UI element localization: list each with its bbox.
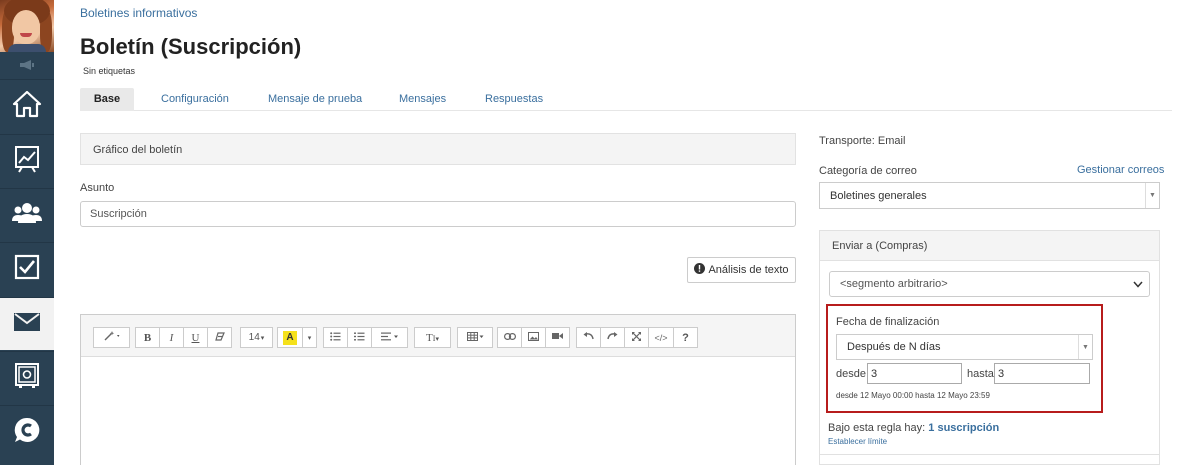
help-button[interactable]: ? <box>673 327 698 348</box>
safe-icon <box>14 362 40 395</box>
video-button[interactable] <box>545 327 570 348</box>
magic-wand-button[interactable] <box>93 327 130 348</box>
editor-toolbar: B I U 14 ▾ A ▾ TI▾ </> ? <box>81 315 795 357</box>
date-range-text: desde 12 Mayo 00:00 hasta 12 Mayo 23:59 <box>836 391 990 400</box>
highlight-color-dropdown[interactable]: ▾ <box>302 327 317 348</box>
breadcrumb[interactable]: Boletines informativos <box>80 6 197 20</box>
tab-mensaje-de-prueba[interactable]: Mensaje de prueba <box>268 88 362 111</box>
mail-category-select[interactable]: Boletines generales ▼ <box>819 182 1160 209</box>
to-days-input[interactable]: 3 <box>994 363 1090 384</box>
tab-base[interactable]: Base <box>80 88 134 111</box>
subscription-count-link[interactable]: 1 suscripción <box>928 422 999 434</box>
italic-button[interactable]: I <box>159 327 184 348</box>
from-label: desde <box>836 368 866 380</box>
chevron-down-icon <box>1133 279 1143 291</box>
set-limit-link[interactable]: Establecer límite <box>828 437 887 446</box>
newsletter-graphic-header[interactable]: Gráfico del boletín <box>80 133 796 165</box>
rule-label: Bajo esta regla hay: <box>828 422 926 434</box>
sidebar-item-tasks[interactable] <box>0 242 54 295</box>
magic-wand-icon <box>104 331 120 344</box>
to-label: hasta <box>967 368 994 380</box>
exclamation-circle-icon <box>694 263 706 277</box>
subject-value: Suscripción <box>90 208 147 220</box>
users-icon <box>12 201 42 230</box>
font-size-dropdown[interactable]: 14 ▾ <box>240 327 273 348</box>
font-size-value: 14 <box>248 332 260 343</box>
sidebar-item-reports[interactable] <box>0 134 54 187</box>
sidebar-item-chat[interactable] <box>0 405 54 458</box>
numbered-list-button[interactable] <box>347 327 372 348</box>
send-to-header[interactable]: Enviar a (Compras) <box>820 231 1159 261</box>
sidebar <box>0 0 54 465</box>
fullscreen-icon <box>632 331 641 344</box>
text-analysis-button[interactable]: Análisis de texto <box>687 257 796 283</box>
tab-respuestas[interactable]: Respuestas <box>485 88 543 111</box>
rule-text: Bajo esta regla hay: 1 suscripción <box>828 422 999 434</box>
home-icon <box>12 90 42 123</box>
video-icon <box>552 332 563 343</box>
end-date-select[interactable]: Después de N días ▼ <box>836 334 1093 360</box>
chat-icon <box>13 416 41 449</box>
text-analysis-label: Análisis de texto <box>708 264 789 276</box>
undo-icon <box>583 332 594 343</box>
tags-label[interactable]: Sin etiquetas <box>83 66 135 76</box>
code-icon: </> <box>654 332 668 343</box>
highlight-icon: A <box>283 330 297 345</box>
tab-configuracion[interactable]: Configuración <box>161 88 229 111</box>
bold-button[interactable]: B <box>135 327 160 348</box>
checkbox-icon <box>14 254 40 285</box>
end-date-value: Después de N días <box>847 341 941 353</box>
segment-select[interactable]: <segmento arbitrario> <box>829 271 1150 297</box>
divider <box>819 454 1160 455</box>
align-icon <box>380 332 399 344</box>
sidebar-item-contacts[interactable] <box>0 188 54 241</box>
bullet-list-button[interactable] <box>323 327 348 348</box>
link-icon <box>503 332 516 343</box>
text-style-dropdown[interactable]: TI▾ <box>414 327 451 348</box>
mail-icon <box>14 312 40 336</box>
megaphone-icon[interactable] <box>0 52 54 78</box>
redo-icon <box>607 332 618 343</box>
from-days-input[interactable]: 3 <box>867 363 962 384</box>
image-icon <box>528 331 539 344</box>
sidebar-item-home[interactable] <box>0 79 54 132</box>
subject-input[interactable]: Suscripción <box>80 201 796 227</box>
text-style-icon: TI▾ <box>426 331 439 344</box>
code-view-button[interactable]: </> <box>648 327 674 348</box>
chevron-down-icon: ▼ <box>1078 335 1092 359</box>
chevron-down-icon: ▼ <box>1145 183 1159 208</box>
segment-value: <segmento arbitrario> <box>840 278 948 290</box>
align-dropdown[interactable] <box>371 327 408 348</box>
undo-button[interactable] <box>576 327 601 348</box>
numbered-list-icon <box>354 332 365 344</box>
image-button[interactable] <box>521 327 546 348</box>
sidebar-item-safe[interactable] <box>0 351 54 404</box>
bullet-list-icon <box>330 331 341 344</box>
avatar[interactable] <box>0 0 54 52</box>
redo-button[interactable] <box>600 327 625 348</box>
fullscreen-button[interactable] <box>624 327 649 348</box>
underline-button[interactable]: U <box>183 327 208 348</box>
tab-mensajes[interactable]: Mensajes <box>399 88 446 111</box>
app-window: Boletines informativos Boletín (Suscripc… <box>0 0 1200 465</box>
mail-category-label: Categoría de correo <box>819 165 917 177</box>
mail-category-value: Boletines generales <box>830 189 927 202</box>
rich-text-editor[interactable]: B I U 14 ▾ A ▾ TI▾ </> ? <box>80 314 796 465</box>
eraser-icon <box>214 331 225 344</box>
subject-label: Asunto <box>80 182 115 194</box>
chart-icon <box>14 145 40 178</box>
to-days-value: 3 <box>998 367 1005 380</box>
manage-mail-link[interactable]: Gestionar correos <box>1077 164 1164 176</box>
from-days-value: 3 <box>871 367 878 380</box>
highlight-color-button[interactable]: A <box>277 327 303 348</box>
sidebar-item-mail[interactable] <box>0 297 54 350</box>
table-dropdown[interactable] <box>457 327 493 348</box>
table-icon <box>466 331 484 344</box>
transport-label: Transporte: Email <box>819 135 906 147</box>
end-date-label: Fecha de finalización <box>836 316 940 328</box>
tab-bar: Base Configuración Mensaje de prueba Men… <box>80 88 1172 111</box>
page-title: Boletín (Suscripción) <box>80 34 302 59</box>
link-button[interactable] <box>497 327 522 348</box>
eraser-button[interactable] <box>207 327 232 348</box>
